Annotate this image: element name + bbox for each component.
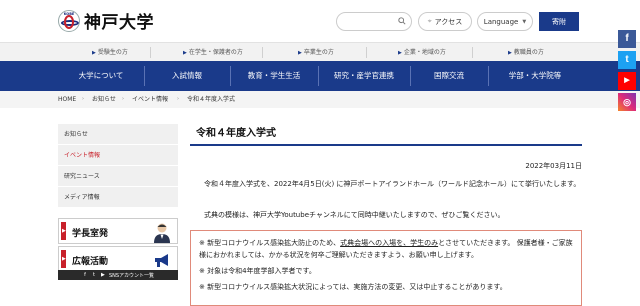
breadcrumb-events[interactable]: イベント情報: [132, 91, 168, 108]
social-links: f t ▶ ◎: [618, 30, 636, 114]
instagram-icon[interactable]: ◎: [618, 93, 636, 111]
breadcrumb-home[interactable]: HOME: [58, 91, 76, 108]
audience-nav: ▶ 受験生の方 ▶ 在学生・保護者の方 ▶ 卒業生の方 ▶ 企業・地域の方 ▶ 教職員の方: [0, 42, 640, 61]
notice-box: ※ 新型コロナウイルス感染拡大防止のため、式典会場への入場を、学生のみとさせてい…: [190, 230, 582, 306]
logo-text: 神戸大学: [84, 13, 154, 33]
nav-research[interactable]: 研究・産学官連携: [318, 61, 410, 91]
sidebar-item-news[interactable]: お知らせ: [58, 124, 178, 145]
president-portrait-icon: [154, 223, 170, 243]
subnav-item-staff[interactable]: ▶ 教職員の方: [508, 43, 544, 62]
site-header: KOBE 神戸大学 ⌖ アクセス Language ▼ 寄附: [0, 0, 640, 42]
banner-label: 学長室発: [72, 229, 109, 239]
article-paragraph: 令和４年度入学式を、2022年4月5日(火) に神戸ポートアイランドホール（ワー…: [204, 180, 581, 188]
subnav-item-alumni[interactable]: ▶ 卒業生の方: [298, 43, 334, 62]
access-label: アクセス: [434, 17, 463, 26]
youtube-small-icon: ▶: [101, 272, 105, 278]
nav-faculties[interactable]: 学部・大学院等: [488, 61, 582, 91]
breadcrumb-current: 令和４年度入学式: [187, 96, 236, 103]
breadcrumb-news[interactable]: お知らせ: [92, 91, 116, 108]
caret-right-icon: ▶: [62, 228, 66, 234]
president-office-banner[interactable]: ▶ 学長室発: [58, 218, 178, 244]
nav-admissions[interactable]: 入試情報: [144, 61, 230, 91]
facebook-small-icon: f: [84, 272, 86, 278]
publish-date: 2022年03月11日: [525, 162, 582, 170]
banner-label: 広報活動: [72, 257, 109, 267]
facebook-icon[interactable]: f: [618, 30, 636, 48]
caret-right-icon: ▶: [62, 256, 66, 262]
subnav-item-business[interactable]: ▶ 企業・地域の方: [398, 43, 446, 62]
twitter-icon[interactable]: t: [618, 51, 636, 69]
breadcrumb: HOME › お知らせ › イベント情報 › 令和４年度入学式: [0, 91, 640, 108]
sns-accounts-button[interactable]: f t ▶ SNSアカウント一覧: [58, 270, 178, 280]
sidebar-item-research[interactable]: 研究ニュース: [58, 166, 178, 187]
subnav-item-students[interactable]: ▶ 在学生・保護者の方: [183, 43, 243, 62]
sns-label: SNSアカウント一覧: [108, 272, 155, 279]
nav-education[interactable]: 教育・学生生活: [230, 61, 318, 91]
subnav-item-prospective[interactable]: ▶ 受験生の方: [92, 43, 128, 62]
page-title: 令和４年度入学式: [190, 124, 582, 146]
nav-about[interactable]: 大学について: [58, 61, 144, 91]
notice-item: ※ 新型コロナウイルス感染拡大状況によっては、実施方法の変更、又は中止することが…: [199, 283, 507, 291]
access-button[interactable]: ⌖ アクセス: [418, 12, 472, 31]
public-relations-banner[interactable]: ▶ 広報活動: [58, 246, 178, 272]
sidebar: お知らせ イベント情報 研究ニュース メディア情報: [58, 124, 178, 208]
notice-item: ※ 対象は令和4年度学部入学者です。: [199, 267, 316, 275]
sidebar-item-media[interactable]: メディア情報: [58, 187, 178, 208]
chevron-down-icon: ▼: [522, 18, 527, 25]
language-select[interactable]: Language ▼: [477, 12, 533, 31]
logo-mark-icon: KOBE: [58, 9, 80, 32]
nav-international[interactable]: 国際交流: [410, 61, 488, 91]
youtube-icon[interactable]: ▶: [618, 72, 636, 90]
notice-item: ※ 新型コロナウイルス感染拡大防止のため、式典会場への入場を、学生のみとさせてい…: [199, 239, 573, 259]
sidebar-item-events[interactable]: イベント情報: [58, 145, 178, 166]
location-pin-icon: ⌖: [427, 17, 432, 25]
search-icon[interactable]: [398, 17, 406, 25]
main-nav: 大学について 入試情報 教育・学生生活 研究・産学官連携 国際交流 学部・大学院…: [0, 61, 640, 91]
university-logo[interactable]: KOBE 神戸大学: [58, 8, 154, 33]
megaphone-icon: [155, 254, 168, 267]
language-label: Language: [483, 17, 519, 26]
twitter-small-icon: t: [92, 272, 95, 278]
article-paragraph: 式典の模様は、神戸大学Youtubeチャンネルにて同時中継いたしますので、ぜひご…: [204, 211, 505, 219]
donate-button[interactable]: 寄附: [539, 12, 579, 31]
